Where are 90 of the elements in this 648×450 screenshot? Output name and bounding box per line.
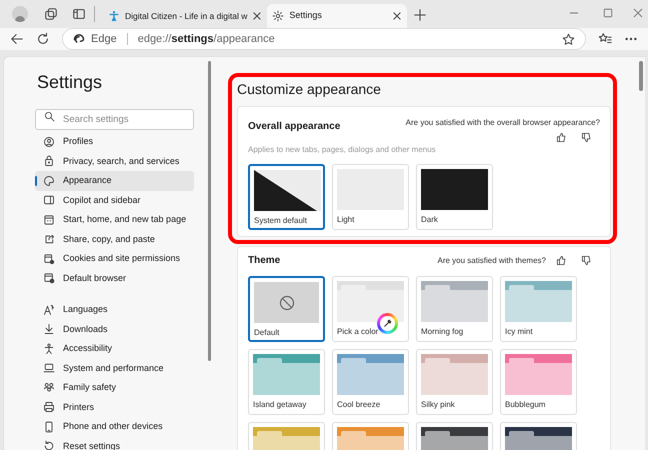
theme-option[interactable]: Icy mint: [500, 276, 577, 342]
laptop-icon: [43, 362, 55, 374]
sidebar-item[interactable]: Cookies and site permissions: [35, 249, 194, 268]
theme-preview: [421, 354, 488, 395]
sidebar-icon: [43, 194, 55, 206]
theme-preview: [337, 354, 404, 395]
profile-icon[interactable]: [12, 6, 28, 22]
theme-preview: [337, 281, 404, 322]
person-icon: [108, 10, 120, 22]
theme-option[interactable]: Cool breeze: [332, 349, 409, 415]
appearance-option[interactable]: System default: [248, 164, 325, 230]
sidebar-item[interactable]: Appearance: [35, 171, 194, 190]
settings-title: Settings: [37, 71, 104, 94]
theme-preview: [505, 281, 572, 322]
sidebar-item[interactable]: Family safety: [35, 378, 194, 398]
sidebar-item[interactable]: Share, copy, and paste: [35, 230, 194, 249]
close-icon[interactable]: [392, 11, 402, 21]
section-title: Overall appearance: [248, 120, 340, 134]
browser-label: Edge: [91, 32, 117, 47]
phone-icon: [43, 420, 55, 433]
prohibited-icon: [278, 294, 294, 310]
theme-option[interactable]: Default: [248, 276, 325, 342]
sidebar-item[interactable]: Reset settings: [35, 436, 194, 450]
family-icon: [43, 382, 55, 394]
refresh-icon[interactable]: [36, 32, 50, 46]
eyedropper-icon: [383, 319, 392, 328]
sidebar-item[interactable]: Printers: [35, 398, 194, 417]
browser-icon: [43, 272, 55, 284]
vertical-tabs-icon[interactable]: [72, 7, 86, 21]
person-icon: [43, 136, 55, 148]
section-description: Applies to new tabs, pages, dialogs and other menus: [248, 144, 437, 156]
printer-icon: [43, 401, 55, 414]
url-text: edge://settings/appearance: [138, 32, 275, 47]
theme-option[interactable]: Pick a color: [332, 276, 409, 342]
palette-icon: [43, 174, 55, 187]
page-title: Customize appearance: [237, 80, 382, 99]
scrollbar-thumb[interactable]: [208, 61, 211, 361]
new-tab-icon[interactable]: [413, 8, 428, 22]
sidebar-item[interactable]: System and performance: [35, 358, 194, 378]
search-icon: [44, 111, 55, 122]
sidebar-item[interactable]: Downloads: [35, 320, 194, 339]
address-field[interactable]: Edge edge://settings/appearance: [62, 28, 586, 50]
sidebar-item[interactable]: Start, home, and new tab page: [35, 210, 194, 230]
thumbs-up-icon[interactable]: [556, 255, 567, 266]
workspaces-icon[interactable]: [44, 7, 58, 21]
search-field[interactable]: Search settings: [35, 109, 194, 130]
sidebar-item[interactable]: Phone and other devices: [35, 417, 194, 436]
maximize-icon[interactable]: [602, 7, 614, 19]
theme-preview: [254, 170, 321, 211]
back-arrow-icon[interactable]: [10, 32, 24, 46]
feedback-question: Are you satisfied with themes?: [438, 254, 546, 266]
appearance-option[interactable]: Light: [332, 164, 409, 230]
theme-preview: [253, 354, 320, 395]
favorites-icon[interactable]: [598, 32, 612, 46]
section-title: Theme: [248, 254, 280, 268]
sidebar-item[interactable]: Languages: [35, 300, 194, 320]
accessibility-icon: [43, 342, 55, 355]
appearance-option[interactable]: Dark: [416, 164, 493, 230]
language-icon: [43, 304, 55, 316]
star-icon[interactable]: [562, 32, 575, 46]
tab-title: Digital Citizen - Life in a digital w: [125, 10, 248, 22]
close-icon[interactable]: [252, 11, 262, 21]
cookie-icon: [43, 252, 55, 265]
theme-preview: [421, 169, 488, 210]
sidebar-item[interactable]: Accessibility: [35, 339, 194, 358]
feedback-question: Are you satisfied with the overall browser appearance?: [406, 117, 600, 129]
thumbs-down-icon[interactable]: [581, 255, 592, 266]
lock-icon: [43, 155, 55, 168]
page-icon: [43, 214, 55, 226]
sidebar-item[interactable]: Profiles: [35, 132, 194, 152]
sidebar-item[interactable]: Default browser: [35, 268, 194, 288]
theme-preview: [505, 354, 572, 395]
sidebar-item[interactable]: Copilot and sidebar: [35, 190, 194, 210]
scrollbar-thumb[interactable]: [639, 61, 643, 91]
browser-tab[interactable]: Digital Citizen - Life in a digital w: [103, 4, 268, 28]
tab-title: Settings: [289, 9, 323, 22]
theme-option[interactable]: Bubblegum: [500, 349, 577, 415]
browser-tab[interactable]: Settings: [267, 4, 408, 28]
color-picker-button[interactable]: [377, 313, 398, 334]
reset-icon: [43, 440, 55, 450]
theme-option[interactable]: Island getaway: [248, 349, 325, 415]
theme-preview: [421, 281, 488, 322]
sidebar-item[interactable]: Privacy, search, and services: [35, 152, 194, 171]
share-icon: [43, 233, 55, 246]
theme-option[interactable]: Silky pink: [416, 349, 493, 415]
theme-option[interactable]: Morning fog: [416, 276, 493, 342]
thumbs-down-icon[interactable]: [581, 132, 592, 143]
download-icon: [43, 323, 55, 336]
thumbs-up-icon[interactable]: [556, 132, 567, 143]
gear-icon: [272, 10, 284, 22]
